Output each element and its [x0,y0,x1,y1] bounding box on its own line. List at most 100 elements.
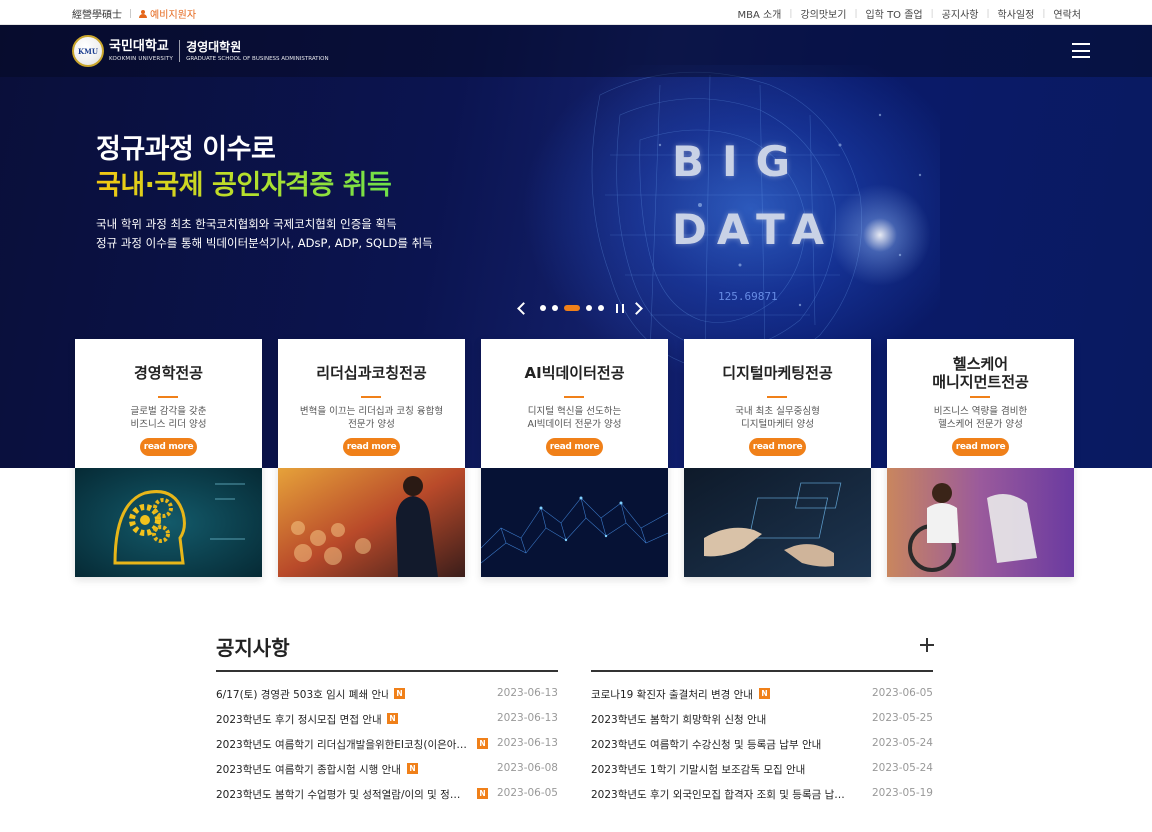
program-sub-line-2: 헬스케어 전문가 양성 [938,419,1023,430]
nav-admission-to-graduation[interactable]: 입학 TO 졸업 [865,6,922,21]
slide-dot-5[interactable] [598,305,604,311]
notice-row[interactable]: 2023학년도 후기 외국인모집 합격자 조회 및 등록금 납… 2023-05-… [591,781,933,806]
utility-left: 經營學碩士 | 예비지원자 [72,6,196,22]
new-badge: N [407,763,418,774]
logo-divider [179,40,181,62]
notices-more-plus-icon[interactable] [920,638,934,652]
slide-dot-3[interactable] [564,305,580,311]
big-data-text-data: DATA [672,205,835,254]
separator: | [986,8,990,19]
new-badge: N [387,713,398,724]
notice-row[interactable]: 2023학년도 후기 정시모집 면접 안내 N 2023-06-13 [216,706,558,731]
slide-dot-2[interactable] [552,305,558,311]
notice-date: 2023-05-19 [871,787,933,799]
nav-lecture-preview[interactable]: 강의맛보기 [800,6,846,21]
prospective-student-link[interactable]: 예비지원자 [139,6,196,21]
nav-notices[interactable]: 공지사항 [942,6,979,21]
notices-title: 공지사항 [216,636,290,660]
notice-title[interactable]: 2023학년도 여름학기 리더십개발을위한EI코칭(이은아… [216,737,467,752]
hero-headline-2: 국내·국제 공인자격증 취득 [96,163,392,202]
big-data-text-big: BIG [672,137,809,186]
main-navbar: KMU 국민대학교 KOOKMIN UNIVERSITY 경영대학원 GRADU… [0,25,1152,77]
slide-dots [540,305,610,311]
program-sub-line-2: 비즈니스 리더 양성 [130,419,207,430]
title-underline [767,396,787,398]
school-name-ko: 경영대학원 [186,40,242,54]
notice-row[interactable]: 2023학년도 봄학기 희망학위 신청 안내 2023-05-25 [591,706,933,731]
notice-title[interactable]: 코로나19 확진자 출결처리 변경 안내 [591,687,753,702]
read-more-button[interactable]: read more [749,438,806,456]
read-more-button[interactable]: read more [140,438,197,456]
notice-row[interactable]: 2023학년도 봄학기 수업평가 및 성적열람/이의 및 정… N 2023-06-… [216,781,558,806]
program-sub-line-1: 변혁을 이끄는 리더십과 코칭 융합형 [299,406,444,417]
hero-description-line-1: 국내 학위 과정 최초 한국코치협회와 국제코치협회 인증을 획득 [96,217,397,231]
slide-next-icon[interactable] [632,301,642,315]
notice-title[interactable]: 2023학년도 후기 외국인모집 합격자 조회 및 등록금 납… [591,787,845,802]
data-network-image [481,468,668,577]
notices-list-left: 6/17(토) 경영관 503호 임시 폐쇄 안내 N 2023-06-13 2023… [216,670,558,806]
mba-hanja-link[interactable]: 經營學碩士 [72,6,122,21]
nav-mba-intro[interactable]: MBA 소개 [737,6,781,21]
program-card-ai-bigdata[interactable]: AI빅데이터전공 디지털 혁신을 선도하는 AI빅데이터 전문가 양성 read… [481,339,668,577]
program-card-leadership-coaching[interactable]: 리더십과코칭전공 변혁을 이끄는 리더십과 코칭 융합형 전문가 양성 read… [278,339,465,577]
school-name-en: GRADUATE SCHOOL OF BUSINESS ADMINISTRATI… [186,56,329,62]
program-title-line-1: 헬스케어 [952,355,1009,373]
separator: | [789,8,793,19]
slide-prev-icon[interactable] [516,301,526,315]
light-flare [820,175,940,295]
read-more-button[interactable]: read more [952,438,1009,456]
read-more-button[interactable]: read more [546,438,603,456]
new-badge: N [394,688,405,699]
title-underline [564,396,584,398]
title-underline [970,396,990,398]
program-card-healthcare-management[interactable]: 헬스케어 매니지먼트전공 비즈니스 역량을 겸비한 헬스케어 전문가 양성 re… [887,339,1074,577]
notice-title[interactable]: 2023학년도 후기 정시모집 면접 안내 [216,712,381,727]
program-card-digital-marketing[interactable]: 디지털마케팅전공 국내 최초 실무중심형 디지털마케터 양성 read more [684,339,871,577]
notice-title[interactable]: 6/17(토) 경영관 503호 임시 폐쇄 안내 [216,687,388,702]
notice-date: 2023-06-05 [496,787,558,799]
notice-row[interactable]: 2023학년도 여름학기 종합시험 시행 안내 N 2023-06-08 [216,756,558,781]
program-title: 리더십과코칭전공 [316,364,427,382]
notice-title[interactable]: 2023학년도 1학기 기말시험 보조감독 모집 안내 [591,762,805,777]
program-sub-line-1: 디지털 혁신을 선도하는 [527,406,622,417]
read-more-button[interactable]: read more [343,438,400,456]
university-name: 국민대학교 KOOKMIN UNIVERSITY [109,39,173,63]
notice-row[interactable]: 6/17(토) 경영관 503호 임시 폐쇄 안내 N 2023-06-13 [216,681,558,706]
slide-dot-4[interactable] [586,305,592,311]
new-badge: N [477,738,488,749]
program-card-business[interactable]: 경영학전공 글로벌 감각을 갖춘 비즈니스 리더 양성 read more [75,339,262,577]
separator: | [129,8,133,19]
notice-row[interactable]: 2023학년도 여름학기 수강신청 및 등록금 납부 안내 2023-05-24 [591,731,933,756]
notice-title[interactable]: 2023학년도 여름학기 수강신청 및 등록금 납부 안내 [591,737,821,752]
separator: | [854,8,858,19]
notice-date: 2023-06-13 [496,712,558,724]
notice-date: 2023-06-13 [496,687,558,699]
hero-number-readout: 125.69871 [718,290,778,303]
program-sub-line-1: 비즈니스 역량을 겸비한 [933,406,1028,417]
nav-academic-calendar[interactable]: 학사일정 [998,6,1035,21]
wheelchair-care-image [887,468,1074,577]
slide-pause-icon[interactable] [616,303,624,313]
notice-title[interactable]: 2023학년도 봄학기 희망학위 신청 안내 [591,712,766,727]
program-title: 경영학전공 [133,364,203,382]
notice-date: 2023-06-13 [496,737,558,749]
notice-date: 2023-05-24 [871,737,933,749]
utility-bar: 經營學碩士 | 예비지원자 MBA 소개 | 강의맛보기 | 입학 TO 졸업 … [0,0,1152,25]
notice-row[interactable]: 2023학년도 여름학기 리더십개발을위한EI코칭(이은아… N 2023-06-1… [216,731,558,756]
title-underline [158,396,178,398]
notice-title[interactable]: 2023학년도 여름학기 종합시험 시행 안내 [216,762,401,777]
slide-dot-1[interactable] [540,305,546,311]
hero-description-line-2: 정규 과정 이수를 통해 빅데이터분석기사, ADsP, ADP, SQLD를 … [96,236,433,250]
notice-row[interactable]: 2023학년도 1학기 기말시험 보조감독 모집 안내 2023-05-24 [591,756,933,781]
hero-headline-1: 정규과정 이수로 [96,134,276,165]
new-badge: N [477,788,488,799]
program-sub-line-1: 글로벌 감각을 갖춘 [130,406,207,417]
notice-title[interactable]: 2023학년도 봄학기 수업평가 및 성적열람/이의 및 정… [216,787,460,802]
gears-head-image [75,468,262,577]
nav-contact[interactable]: 연락처 [1053,6,1081,21]
hamburger-menu-icon[interactable] [1072,43,1090,58]
site-logo[interactable]: KMU 국민대학교 KOOKMIN UNIVERSITY 경영대학원 GRADU… [72,35,329,67]
university-name-ko: 국민대학교 [109,39,169,54]
utility-nav: MBA 소개 | 강의맛보기 | 입학 TO 졸업 | 공지사항 | 학사일정 … [737,6,1081,22]
notice-row[interactable]: 코로나19 확진자 출결처리 변경 안내 N 2023-06-05 [591,681,933,706]
